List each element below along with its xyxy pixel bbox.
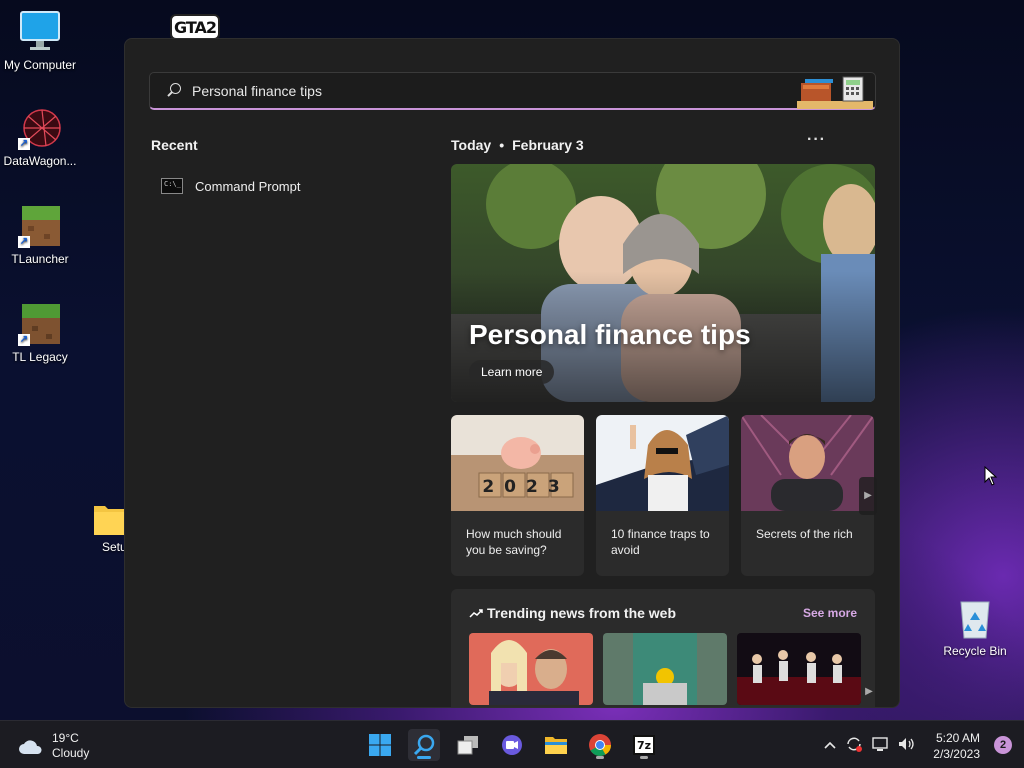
search-icon: [413, 734, 435, 756]
news-card-finance-traps[interactable]: 10 finance traps to avoid: [596, 415, 729, 576]
concert-photo: [737, 633, 861, 705]
weather-temperature: 19°C: [52, 731, 79, 745]
running-indicator: [596, 756, 604, 759]
search-panel: Recent C:\_ Command Prompt Today • Febru…: [124, 38, 900, 708]
news-card-caption: 10 finance traps to avoid: [611, 527, 710, 557]
desktop-icon-label: TLauncher: [11, 252, 69, 266]
running-indicator: [640, 756, 648, 759]
desktop-icon-my-computer[interactable]: My Computer: [0, 10, 80, 72]
desktop-icon-setup-folder[interactable]: Setu: [80, 502, 127, 554]
clock-time: 5:20 AM: [935, 731, 980, 745]
notification-badge[interactable]: 2: [994, 736, 1012, 754]
desktop-icon-tl-legacy[interactable]: ↗ TL Legacy: [0, 302, 80, 364]
desktop-icon-label: Setu: [102, 540, 127, 554]
file-explorer-icon: [545, 737, 567, 754]
desktop-icon-label: Recycle Bin: [943, 644, 1007, 658]
grass-block-icon: ↗: [18, 204, 62, 248]
monitor-icon: [18, 10, 62, 54]
desktop-icon-recycle-bin[interactable]: Recycle Bin: [935, 596, 1015, 658]
hero-card[interactable]: Personal finance tips Learn more: [451, 164, 875, 402]
network-icon[interactable]: [870, 735, 890, 755]
feed-date-header: Today • February 3: [451, 137, 584, 153]
books-calculator-illustration-icon: [797, 76, 873, 109]
feed-date: February 3: [512, 137, 584, 153]
recent-heading: Recent: [151, 137, 198, 153]
news-card-saving[interactable]: 2023 How much should you be saving?: [451, 415, 584, 576]
search-box[interactable]: [149, 72, 876, 110]
learn-more-button[interactable]: Learn more: [469, 360, 555, 384]
desktop-icon-datawagon[interactable]: ↗ DataWagon...: [0, 106, 80, 168]
active-indicator: [417, 756, 431, 759]
woman-in-car-photo: [596, 415, 729, 511]
chrome-button[interactable]: [584, 729, 616, 761]
task-view-button[interactable]: [452, 729, 484, 761]
file-explorer-button[interactable]: [540, 729, 572, 761]
man-portrait-photo: [741, 415, 874, 511]
gta2-desktop-icon[interactable]: GTA2: [170, 14, 220, 40]
card-image-year: 2023: [482, 477, 569, 497]
trending-heading: Trending news from the web: [469, 605, 676, 621]
trending-news-card: Trending news from the web See more ▶: [451, 589, 875, 707]
bullet-separator: •: [499, 137, 505, 153]
volume-icon[interactable]: [896, 735, 916, 755]
grass-block-icon: ↗: [18, 302, 62, 346]
piggy-bank-photo: 2023: [451, 415, 584, 511]
recent-item-label: Command Prompt: [195, 178, 301, 194]
search-input[interactable]: [192, 82, 772, 99]
trending-title: Trending news from the web: [487, 605, 677, 621]
datawagon-icon: ↗: [18, 106, 62, 150]
trending-arrow-icon: [469, 609, 483, 618]
system-clock[interactable]: 5:20 AM 2/3/2023: [933, 730, 980, 762]
trending-item-concert[interactable]: [737, 633, 861, 705]
shortcut-arrow-icon: ↗: [18, 236, 30, 248]
shortcut-arrow-icon: ↗: [18, 138, 30, 150]
search-icon: [166, 82, 182, 99]
weather-widget[interactable]: 19°C Cloudy: [18, 731, 89, 761]
show-hidden-icons-chevron-up-icon[interactable]: [820, 735, 840, 755]
feed-day: Today: [451, 137, 492, 153]
trending-next-arrow-icon[interactable]: ▶: [863, 673, 875, 707]
chat-button[interactable]: [496, 729, 528, 761]
cards-next-arrow-icon[interactable]: ▶: [859, 477, 877, 515]
celebrity-couple-photo: [469, 633, 593, 705]
see-more-link[interactable]: See more: [803, 606, 857, 620]
7zip-icon: 7z: [633, 735, 655, 755]
sync-icon[interactable]: [844, 735, 864, 755]
task-view-icon: [457, 736, 478, 755]
7zip-label: 7z: [636, 738, 652, 752]
recycle-bin-icon: [953, 596, 997, 640]
shortcut-arrow-icon: ↗: [18, 334, 30, 346]
trending-item-celebrity-couple[interactable]: [469, 633, 593, 705]
clock-date: 2/3/2023: [933, 747, 980, 761]
7zip-button[interactable]: 7z: [628, 729, 660, 761]
recent-item-command-prompt[interactable]: C:\_ Command Prompt: [149, 171, 409, 201]
news-card-caption: Secrets of the rich: [756, 527, 853, 541]
cloud-icon: [19, 740, 42, 754]
taskbar-search-button[interactable]: [408, 729, 440, 761]
chrome-icon: [589, 734, 611, 756]
command-prompt-icon: C:\_: [161, 178, 183, 194]
lab-worker-photo: [603, 633, 727, 705]
hero-title: Personal finance tips: [469, 319, 751, 350]
desktop-icon-tlauncher[interactable]: ↗ TLauncher: [0, 204, 80, 266]
news-card-caption: How much should you be saving?: [466, 527, 562, 557]
more-options-icon[interactable]: ···: [807, 131, 826, 149]
desktop-icon-label: My Computer: [3, 58, 77, 72]
windows-start-icon: [369, 734, 391, 756]
taskbar: 19°C Cloudy 7z 5:20 AM 2/3/2023 2: [0, 720, 1024, 768]
chat-icon: [502, 735, 522, 755]
weather-condition: Cloudy: [52, 746, 90, 760]
windows-start-button[interactable]: [364, 729, 396, 761]
gta2-logo-text: GTA2: [173, 17, 217, 37]
mouse-cursor-icon: [984, 466, 998, 486]
trending-item-lab-worker[interactable]: [603, 633, 727, 705]
desktop-icon-label: TL Legacy: [12, 350, 68, 364]
news-card-secrets-rich[interactable]: Secrets of the rich: [741, 415, 874, 576]
folder-icon: [94, 502, 124, 536]
desktop-icon-label: DataWagon...: [3, 154, 77, 168]
